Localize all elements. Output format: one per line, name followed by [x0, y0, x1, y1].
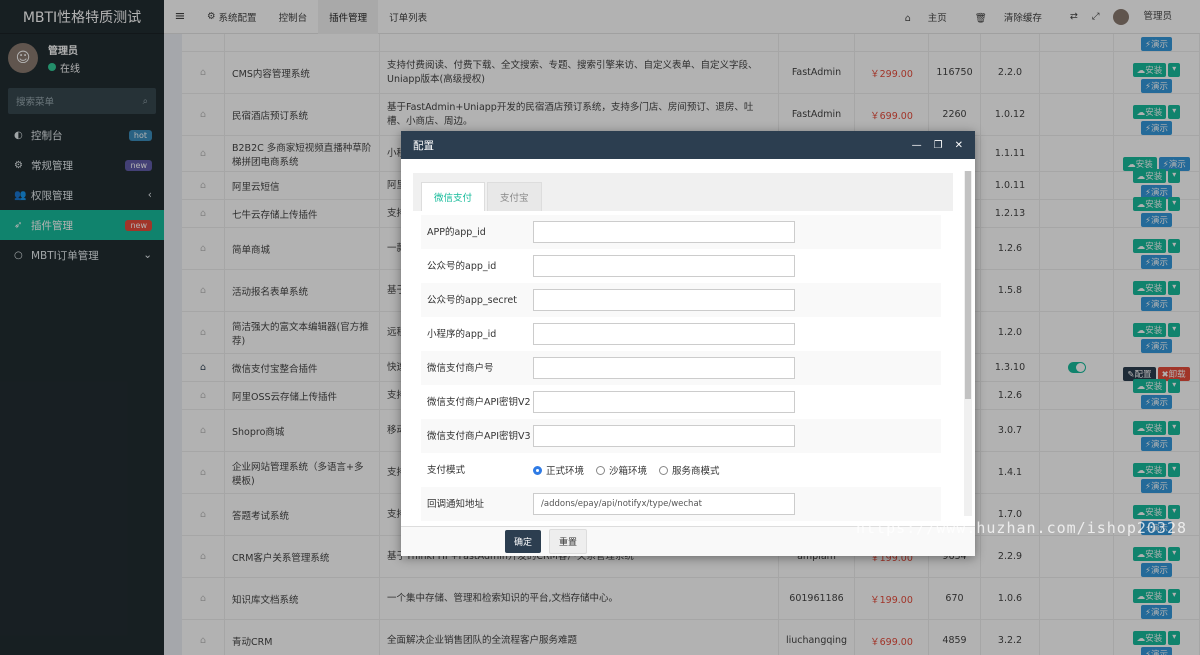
- radio-label: 沙箱环境: [609, 466, 648, 477]
- field-input[interactable]: [533, 289, 795, 311]
- form-row: APP的app_id: [421, 215, 941, 249]
- radio-option[interactable]: 服务商模式: [659, 463, 720, 477]
- form-row: 小程序的app_id: [421, 317, 941, 351]
- field-label: 支付模式: [427, 464, 466, 476]
- field-label: 公众号的app_secret: [427, 294, 517, 306]
- tab-wechat-pay[interactable]: 微信支付: [421, 182, 486, 211]
- form-row: 公众号的app_secret: [421, 283, 941, 317]
- confirm-button[interactable]: 确定: [505, 530, 542, 553]
- form-row: 公众号的app_id: [421, 249, 941, 283]
- field-input[interactable]: [533, 221, 795, 243]
- form-fields: APP的app_id 公众号的app_id 公众号的app_secret 小程序的ap…: [413, 215, 953, 521]
- field-label: 回调通知地址: [427, 498, 485, 510]
- modal-header: 配置 — ❐ ✕: [401, 131, 975, 159]
- modal-body: 微信支付 支付宝 APP的app_id 公众号的app_id 公众号的app_sec…: [413, 173, 953, 523]
- modal-title: 配置: [413, 139, 434, 152]
- radio-label: 服务商模式: [672, 466, 720, 477]
- field-input[interactable]: [533, 425, 795, 447]
- radio-option[interactable]: 沙箱环境: [596, 463, 647, 477]
- field-input[interactable]: [533, 255, 795, 277]
- field-label: 小程序的app_id: [427, 328, 497, 340]
- field-label: 公众号的app_id: [427, 260, 497, 272]
- field-label: 微信支付商户API密钥V2: [427, 396, 531, 408]
- radio-icon: [533, 465, 542, 475]
- radio-icon: [659, 465, 669, 475]
- scrollbar-thumb[interactable]: [965, 171, 971, 399]
- field-input[interactable]: [533, 357, 795, 379]
- minimize-icon[interactable]: —: [912, 140, 922, 151]
- maximize-icon[interactable]: ❐: [934, 140, 943, 151]
- watermark: https://www.huzhan.com/ishop20328: [856, 519, 1188, 537]
- radio-option[interactable]: 正式环境: [533, 463, 584, 477]
- config-modal: 配置 — ❐ ✕ 微信支付 支付宝 APP的app_id 公众号的app_id 公众号的…: [401, 131, 975, 556]
- form-row: 微信支付商户API密钥V2: [421, 385, 941, 419]
- field-input[interactable]: [533, 391, 795, 413]
- radio-icon: [596, 465, 606, 475]
- form-row: 微信支付商户号: [421, 351, 941, 385]
- form-row: 微信支付商户API密钥V3: [421, 419, 941, 453]
- radio-label: 正式环境: [546, 466, 585, 477]
- form-row: 支付模式 正式环境 沙箱环境 服务商模式: [421, 453, 941, 487]
- close-icon[interactable]: ✕: [955, 140, 963, 151]
- field-label: 微信支付商户API密钥V3: [427, 430, 531, 442]
- field-label: 微信支付商户号: [427, 362, 494, 374]
- modal-scrollbar[interactable]: [964, 171, 972, 516]
- field-label: APP的app_id: [427, 226, 486, 238]
- tab-alipay[interactable]: 支付宝: [487, 182, 542, 211]
- modal-tabs: 微信支付 支付宝: [413, 173, 953, 211]
- field-input[interactable]: [533, 323, 795, 345]
- form-row: 回调通知地址/addons/epay/api/notifyx/type/wech…: [421, 487, 941, 521]
- reset-button[interactable]: 重置: [549, 529, 588, 554]
- notify-url-input[interactable]: /addons/epay/api/notifyx/type/wechat: [533, 493, 795, 515]
